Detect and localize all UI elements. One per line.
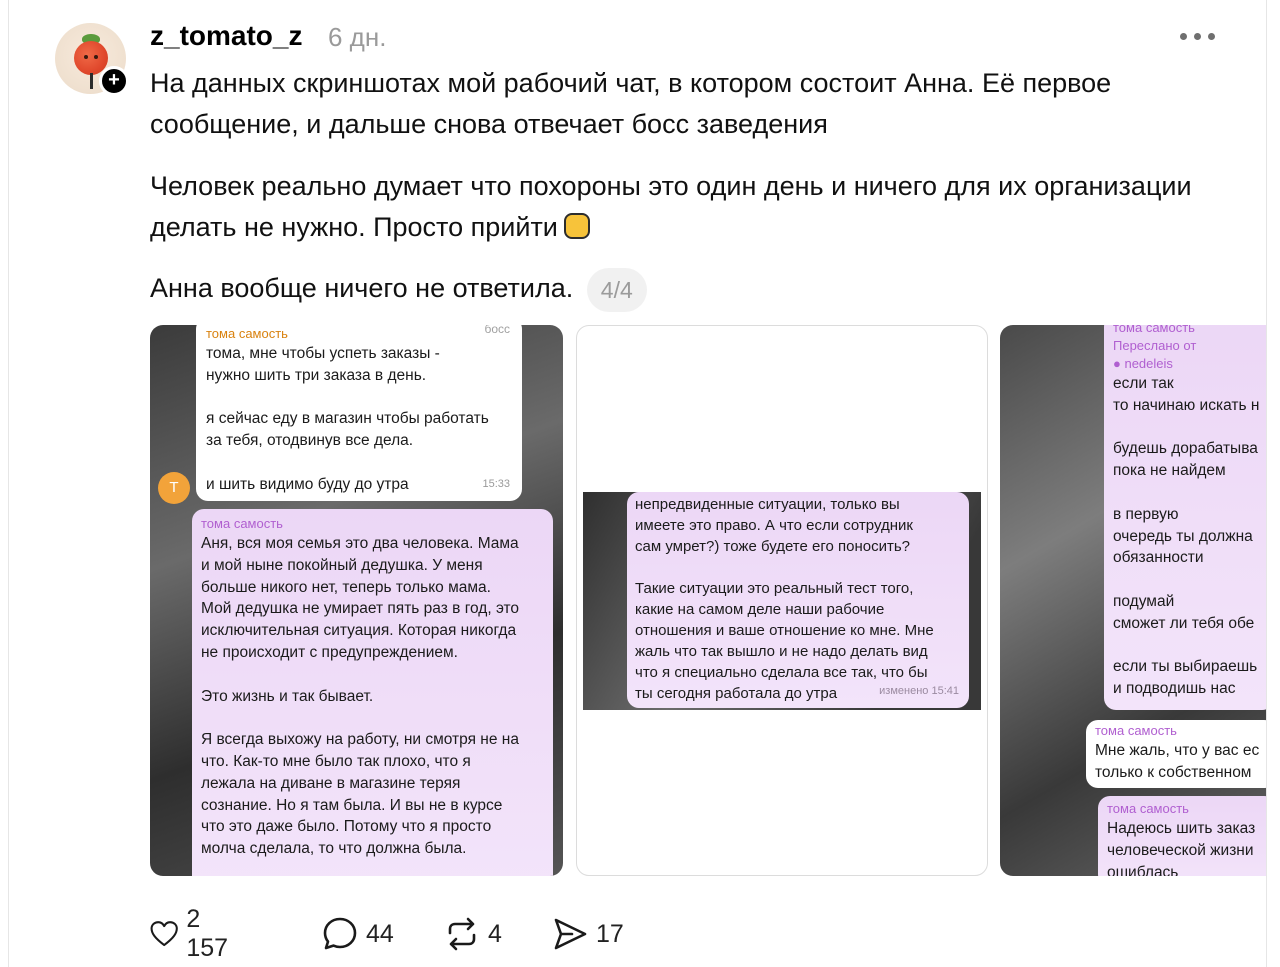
chat-line: Это жизнь и так бывает.: [201, 687, 374, 705]
more-options-icon[interactable]: [1180, 33, 1216, 41]
tomato-eye: [84, 55, 88, 59]
attached-image-3[interactable]: тома самость Переслано от ● nedeleis есл…: [1000, 325, 1266, 876]
chat-line: за тебя, отодвинув все дела.: [206, 432, 414, 450]
chat-line: Мне жаль, что у вас ес: [1095, 742, 1260, 759]
chat-line: в первую: [1113, 505, 1179, 523]
chat-line: и шить видимо буду до утра: [206, 475, 409, 493]
chat-line: пока не найдем: [1113, 462, 1226, 480]
chat-line: не происходит с предупреждением.: [201, 643, 458, 661]
chat-line: будешь дорабатыва: [1113, 440, 1258, 458]
chat-line: имеете это право. А что если сотрудник: [635, 517, 913, 534]
chat-sender: тома самость: [206, 326, 288, 341]
chat-line: Мой дедушка не умирает пять раз в год, э…: [201, 600, 520, 618]
chat-line: Я всегда выхожу на работу, ни смотря не …: [201, 731, 519, 749]
post-paragraph-3: Анна вообще ничего не ответила. 4/4: [150, 268, 1240, 312]
chat-line: лежала на диване в магазине теряя: [201, 774, 461, 792]
fist-emoji-icon: [563, 213, 590, 239]
forwarded-from: ● nedeleis: [1113, 356, 1173, 371]
post-username[interactable]: z_tomato_z: [150, 20, 302, 52]
chat-line: нужно шить три заказа в день.: [206, 366, 427, 384]
chat-line: то начинаю искать н: [1113, 396, 1260, 414]
forwarded-from-name: nedeleis: [1124, 356, 1173, 371]
share-button[interactable]: 17: [552, 912, 624, 956]
image-counter: 4/4: [586, 268, 647, 312]
chat-line: какие на самом деле наши рабочие: [635, 601, 885, 618]
chat-bubble-reply-1: тома самость Мне жаль, что у вас ес толь…: [1086, 720, 1266, 788]
send-icon: [554, 918, 587, 950]
post-time[interactable]: 6 дн.: [328, 22, 386, 53]
tomato-eye: [94, 55, 98, 59]
chat-line: если ты выбираешь: [1113, 658, 1258, 676]
chat-sender: тома самость: [201, 516, 283, 531]
chat-line: если так: [1113, 375, 1174, 392]
chat-line: и подводишь нас: [1113, 680, 1236, 698]
post-paragraph-3-text: Анна вообще ничего не ответила.: [150, 273, 574, 304]
like-count: 2 157: [186, 905, 229, 962]
chat-line: что. Как-то мне было так плохо, что я: [201, 752, 471, 770]
chat-line: молча сделала, то что должна была.: [201, 840, 467, 858]
chat-line: сможет ли тебя обе: [1113, 614, 1255, 632]
chat-line: Аня, вся моя семья это два человека. Мам…: [201, 535, 519, 552]
chat-line: отношения и ваше отношение ко мне. Мне: [635, 622, 934, 639]
chat-line: исключительная ситуация. Которая никогда: [201, 622, 517, 640]
like-button[interactable]: 2 157: [150, 905, 236, 962]
repost-icon: [448, 917, 476, 951]
repost-count: 4: [488, 919, 502, 948]
comment-button[interactable]: 44: [322, 912, 394, 956]
chat-bubble-top: тома самость босс тома, мне чтобы успеть…: [196, 325, 522, 501]
post-paragraph-2: Человек реально думает что похороны это …: [150, 166, 1240, 248]
chat-line: жаль что так вышло и не надо делать вид: [635, 643, 928, 660]
chat-line: тома, мне чтобы успеть заказы -: [206, 345, 440, 362]
chat-line: сознание. Но я там была. И вы не в курсе: [201, 796, 503, 814]
comment-icon: [323, 917, 357, 950]
chat-sender: тома самость: [1107, 801, 1189, 816]
chat-line: обязанности: [1113, 549, 1204, 567]
chat-line: что я специально сделала все так, что бы: [635, 664, 928, 681]
chat-line: ошиблась: [1107, 863, 1179, 876]
frame-border-left: [8, 0, 9, 967]
chat-sender: тома самость: [1113, 325, 1195, 335]
chat-line: и мой ныне покойный дедушка. У меня: [201, 556, 483, 574]
repost-button[interactable]: 4: [444, 912, 502, 956]
chat-line: Такие ситуации это реальный тест того,: [635, 580, 914, 597]
frame-border-right: [1266, 0, 1267, 967]
chat-line: Надеюсь шить заказ: [1107, 820, 1256, 837]
chat-line: что это даже было. Потому что я просто: [201, 818, 492, 836]
forwarded-label: Переслано от: [1113, 338, 1197, 353]
chat-lines: тома, мне чтобы успеть заказы - нужно ши…: [206, 343, 512, 496]
chat-avatar: Т: [158, 472, 190, 504]
chat-time: 15:33: [482, 478, 510, 491]
chat-bubble-main: тома самость Аня, вся моя семья это два …: [192, 509, 553, 876]
chat-line: очередь ты должна: [1113, 527, 1253, 545]
chat-line: сам умрет?) тоже будете его поносить?: [635, 538, 911, 555]
chat-line: человеческой жизни: [1107, 841, 1254, 859]
share-count: 17: [596, 919, 624, 948]
chat-sender: тома самость: [1095, 723, 1177, 738]
heart-icon: [150, 921, 178, 947]
chat-line: я сейчас еду в магазин чтобы работать: [206, 410, 489, 428]
attached-image-1[interactable]: тома самость босс тома, мне чтобы успеть…: [150, 325, 563, 876]
post-paragraph-2-text: Человек реально думает что похороны это …: [150, 171, 1192, 242]
chat-line: непредвиденные ситуации, только вы: [635, 496, 900, 513]
attached-image-2[interactable]: непредвиденные ситуации, только вы имеет…: [576, 325, 988, 876]
follow-plus-icon[interactable]: +: [99, 66, 129, 96]
chat-bubble-main: непредвиденные ситуации, только вы имеет…: [627, 492, 969, 708]
chat-bubble-reply-2: тома самость Надеюсь шить заказ человече…: [1098, 796, 1266, 876]
chat-edited-time: изменено 15:41: [879, 685, 959, 697]
chat-line: подумай: [1113, 592, 1175, 610]
comment-count: 44: [366, 919, 394, 948]
chat-line: только к собственном: [1095, 763, 1252, 781]
chat-bubble-forwarded: тома самость Переслано от ● nedeleis есл…: [1104, 325, 1266, 710]
tomato-stick: [90, 73, 93, 89]
chat-role-tag: босс: [484, 325, 510, 336]
post-paragraph-1: На данных скриншотах мой рабочий чат, в …: [150, 68, 1112, 139]
chat-line: больше никого нет, теперь только мама.: [201, 578, 491, 596]
